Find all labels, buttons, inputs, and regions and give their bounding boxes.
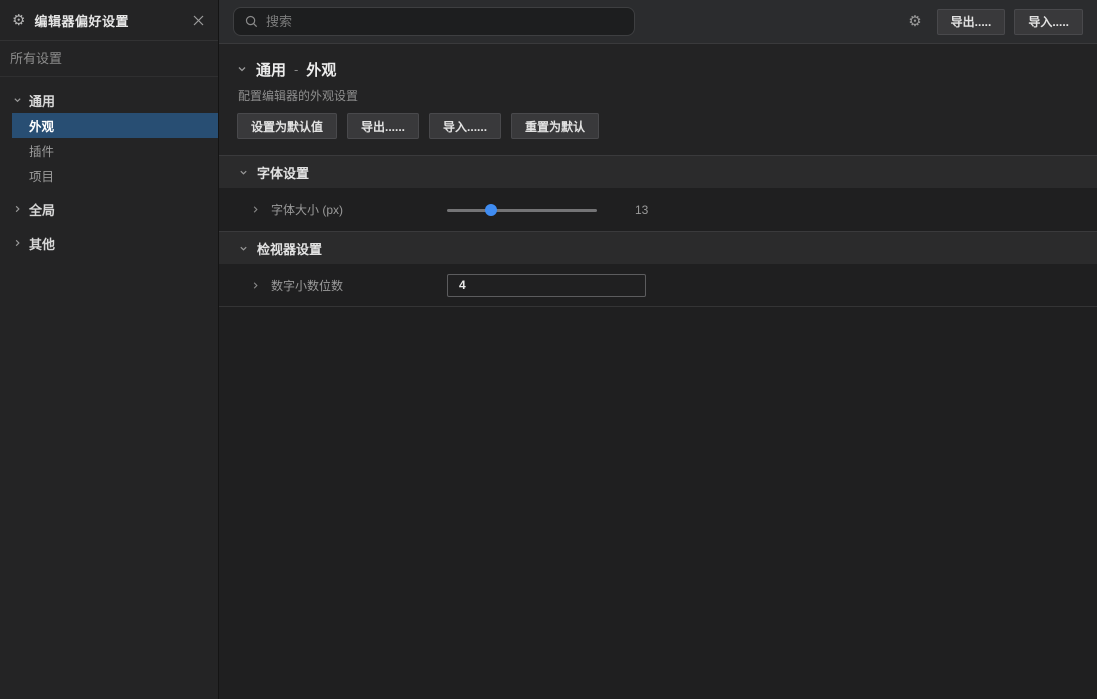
sidebar-header: ⚙ 编辑器偏好设置 [0,0,218,41]
sidebar-item-project[interactable]: 项目 [0,163,218,188]
window-title: 编辑器偏好设置 [34,11,181,30]
sidebar-item-label: 外观 [29,116,54,135]
topbar-export-button[interactable]: 导出..... [937,9,1006,35]
chevron-right-icon [13,205,22,214]
preferences-window: ⚙ 编辑器偏好设置 所有设置 通用 外观 插件 项目 [0,0,1097,699]
setting-row-decimal-places: 数字小数位数 [219,264,1097,307]
chevron-right-icon[interactable] [251,205,260,214]
setting-row-font-size: 字体大小 (px) 13 [219,188,1097,231]
search-input[interactable] [266,14,623,29]
breadcrumb-separator: - [294,62,298,77]
chevron-down-icon [239,168,248,177]
slider-track [447,209,597,212]
page-title: 外观 [306,59,336,80]
chevron-down-icon [239,244,248,253]
settings-content: 通用 - 外观 配置编辑器的外观设置 设置为默认值 导出...... 导入...… [219,44,1097,699]
gear-icon: ⚙ [12,13,25,28]
set-default-button[interactable]: 设置为默认值 [237,113,337,139]
topbar: ⚙ 导出..... 导入..... [219,0,1097,44]
breadcrumb: 通用 - 外观 [237,58,1079,80]
breadcrumb-parent: 通用 [256,59,286,80]
sidebar: ⚙ 编辑器偏好设置 所有设置 通用 外观 插件 项目 [0,0,219,699]
export-button[interactable]: 导出...... [347,113,419,139]
font-size-slider[interactable] [447,204,597,216]
settings-tree: 通用 外观 插件 项目 全局 其他 [0,77,218,256]
sidebar-item-appearance[interactable]: 外观 [12,113,218,138]
sidebar-item-general[interactable]: 通用 [0,87,218,113]
search-box [233,7,635,36]
chevron-right-icon[interactable] [251,281,260,290]
settings-gear-icon[interactable]: ⚙ [908,14,921,29]
sidebar-item-label: 通用 [29,91,55,110]
sidebar-item-label: 全局 [29,200,55,219]
sidebar-item-label: 插件 [29,141,54,160]
setting-label-wrap: 数字小数位数 [251,277,447,294]
setting-label-wrap: 字体大小 (px) [251,201,447,218]
chevron-down-icon [13,96,22,105]
sidebar-item-plugins[interactable]: 插件 [0,138,218,163]
reset-default-button[interactable]: 重置为默认 [511,113,599,139]
section-header-inspector-settings[interactable]: 检视器设置 [219,231,1097,264]
decimal-places-input[interactable] [447,274,646,297]
topbar-actions: ⚙ 导出..... 导入..... [908,9,1083,35]
close-icon[interactable] [190,12,206,28]
content-empty-area [219,307,1097,699]
chevron-down-icon[interactable] [237,64,247,74]
sidebar-item-label: 项目 [29,166,54,185]
main-panel: ⚙ 导出..... 导入..... 通用 - 外观 配置编辑器的外观设置 设置为… [219,0,1097,699]
sidebar-item-global[interactable]: 全局 [0,196,218,222]
search-icon [245,15,258,28]
page-description: 配置编辑器的外观设置 [237,87,1079,102]
font-size-value: 13 [635,203,648,217]
setting-label: 字体大小 (px) [271,201,343,218]
section-title: 字体设置 [257,163,309,182]
topbar-import-button[interactable]: 导入..... [1014,9,1083,35]
sidebar-item-other[interactable]: 其他 [0,230,218,256]
section-title: 检视器设置 [257,239,322,258]
import-button[interactable]: 导入...... [429,113,501,139]
chevron-right-icon [13,239,22,248]
slider-thumb[interactable] [485,204,497,216]
section-header-font-settings[interactable]: 字体设置 [219,155,1097,188]
font-size-control: 13 [447,203,648,217]
page-header: 通用 - 外观 配置编辑器的外观设置 设置为默认值 导出...... 导入...… [219,44,1097,155]
page-action-buttons: 设置为默认值 导出...... 导入...... 重置为默认 [237,113,1079,139]
sidebar-item-label: 其他 [29,234,55,253]
setting-label: 数字小数位数 [271,277,343,294]
sidebar-item-all-settings[interactable]: 所有设置 [0,41,218,77]
